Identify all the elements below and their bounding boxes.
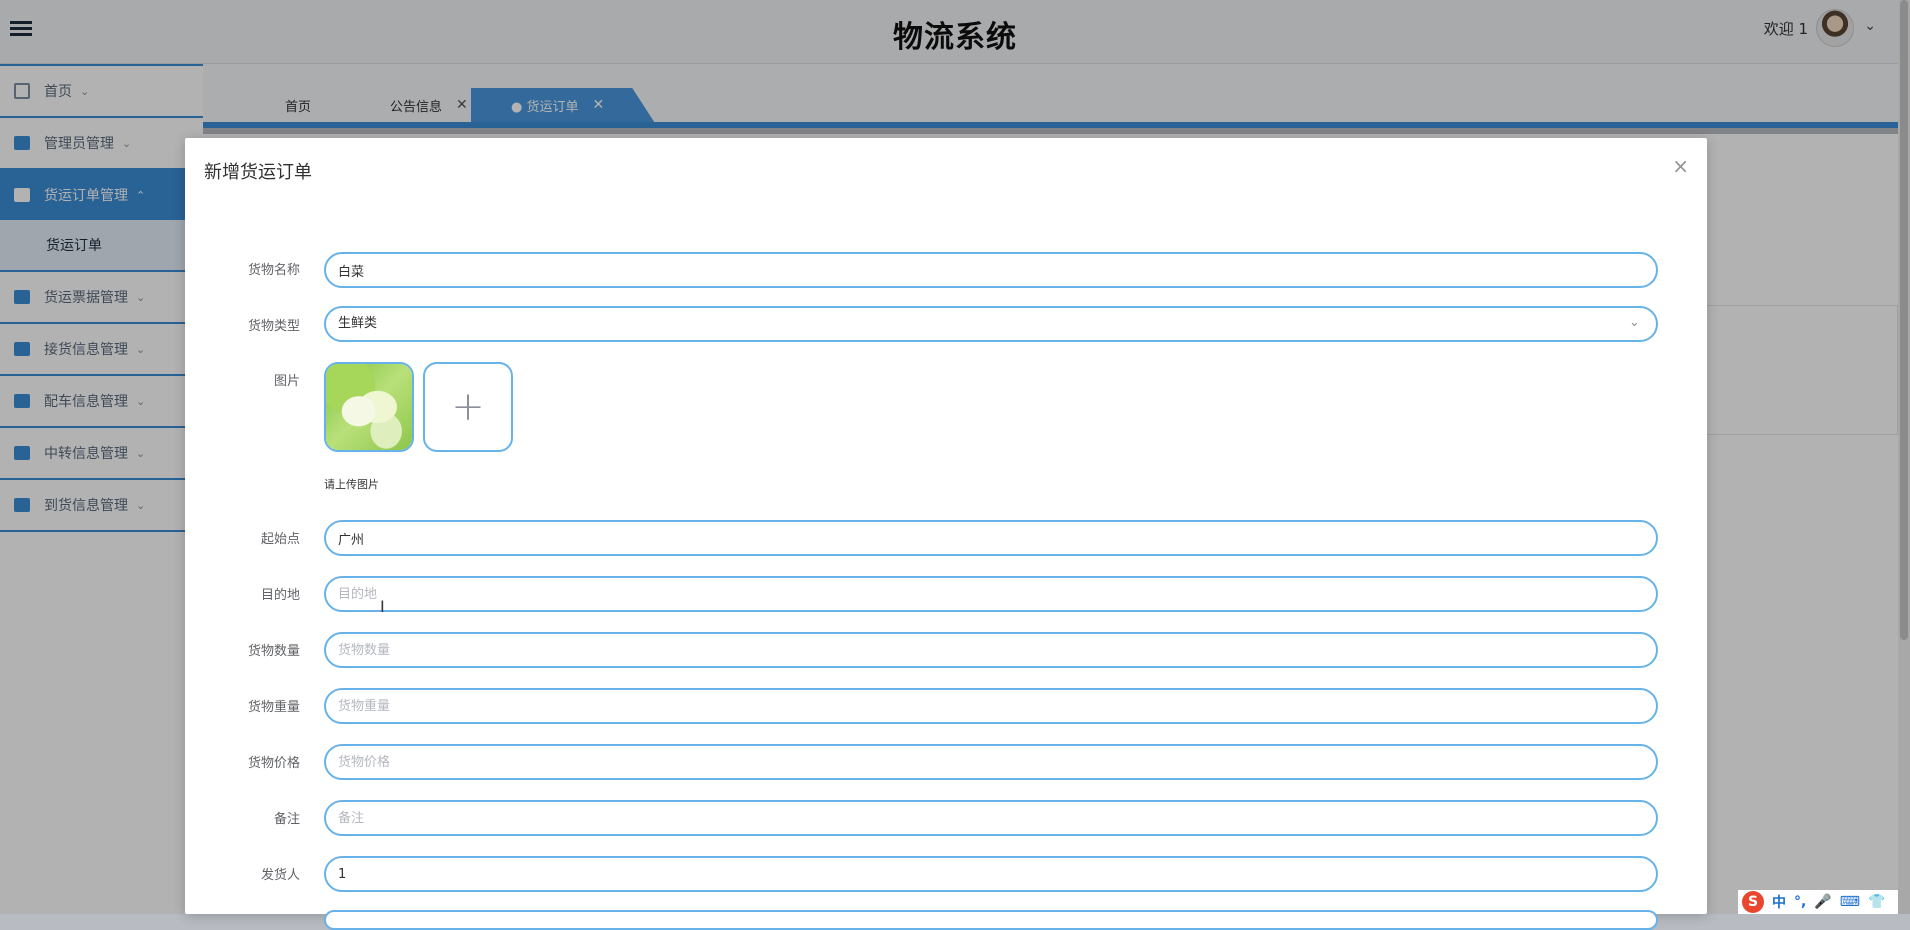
plus-icon: + [451, 384, 485, 430]
goods-type-label: 货物类型 [247, 319, 300, 334]
quantity-input[interactable] [324, 632, 1658, 668]
shirt-icon[interactable]: 👕 [1868, 894, 1885, 910]
uploaded-image-thumb[interactable] [324, 362, 414, 452]
shipper-label: 发货人 [260, 868, 300, 883]
quantity-label: 货物数量 [247, 644, 300, 659]
upload-tip: 请上传图片 [324, 478, 379, 491]
keyboard-icon[interactable]: ⌨ [1840, 894, 1860, 910]
ime-mode[interactable]: 中 [1772, 892, 1786, 912]
weight-label: 货物重量 [247, 700, 300, 715]
ime-punct[interactable]: °, [1794, 894, 1806, 910]
origin-input[interactable] [324, 520, 1658, 556]
microphone-icon[interactable]: 🎤 [1814, 894, 1831, 910]
text-cursor-icon: I [380, 597, 385, 616]
remark-label: 备注 [273, 812, 300, 827]
next-field-input[interactable] [324, 910, 1658, 930]
destination-label: 目的地 [260, 588, 300, 603]
goods-name-input[interactable] [324, 252, 1658, 288]
shipper-input[interactable] [324, 856, 1658, 892]
dialog-title: 新增货运订单 [204, 162, 312, 183]
remark-input[interactable] [324, 800, 1658, 836]
destination-input[interactable] [324, 576, 1658, 612]
weight-input[interactable] [324, 688, 1658, 724]
price-input[interactable] [324, 744, 1658, 780]
goods-type-select[interactable]: 生鲜类 [324, 306, 1658, 342]
goods-name-label: 货物名称 [247, 263, 300, 278]
cabbage-image [326, 364, 412, 450]
close-icon[interactable]: × [1672, 154, 1689, 178]
goods-type-value: 生鲜类 [338, 316, 378, 331]
upload-plus-button[interactable]: + [423, 362, 513, 452]
sogou-ime-icon[interactable]: S [1742, 891, 1764, 913]
price-label: 货物价格 [247, 756, 300, 771]
ime-toolbar[interactable]: S 中 °, 🎤 ⌨ 👕 [1738, 890, 1898, 914]
origin-label: 起始点 [260, 532, 300, 547]
add-order-dialog: 新增货运订单 × 货物名称 货物类型 生鲜类 ⌄ 图片 + 请上传图片 起始点 … [185, 138, 1707, 930]
chevron-down-icon[interactable]: ⌄ [1629, 315, 1640, 330]
image-label: 图片 [273, 374, 300, 389]
